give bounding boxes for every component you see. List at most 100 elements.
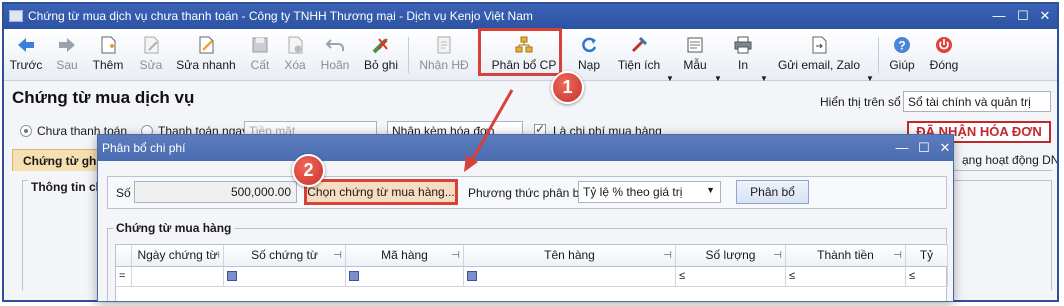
row-header [116,245,132,267]
delete-label: Xóa [284,58,306,72]
print-dropdown-icon[interactable]: ▼ [760,74,768,83]
pin-icon[interactable]: ⊣ [333,245,342,266]
filter-operator: ≤ [789,270,796,282]
add-button[interactable]: Thêm [90,29,126,81]
column-label: Số chứng từ [251,248,318,262]
arrow-right-icon [59,38,75,52]
column-header[interactable]: Thành tiền ⊣ [786,245,906,267]
dialog-title-bar: Phân bổ chi phí — ☐ ✕ [98,135,953,161]
minimize-icon[interactable]: — [989,7,1009,25]
close-button[interactable]: Đóng [926,29,962,81]
power-icon [936,37,952,53]
edit-document-icon [144,36,159,54]
reload-label: Nạp [577,58,600,72]
next-label: Sau [56,58,78,72]
tab-vouchers[interactable]: Chứng từ ghi [12,149,111,171]
receive-invoice-button[interactable]: Nhận HĐ [418,29,470,81]
pin-icon[interactable]: ⊣ [663,245,672,266]
method-label: Phương thức phân bổ [468,186,587,200]
delete-button[interactable]: Xóa [280,29,310,81]
filter-cell[interactable]: ≤ [676,267,786,287]
next-button[interactable]: Sau [52,29,82,81]
app-icon [9,10,23,22]
template-label: Mẫu [683,58,707,72]
help-button[interactable]: ? Giúp [886,29,918,81]
unpost-icon [372,38,388,54]
utilities-dropdown-icon[interactable]: ▼ [666,74,674,83]
filter-cell[interactable]: = [116,267,132,287]
column-header[interactable]: Số chứng từ ⊣ [224,245,346,267]
undo-label: Hoãn [320,58,350,72]
invoice-icon [437,36,451,54]
template-icon [687,37,703,53]
utilities-button[interactable]: Tiện ích [614,29,664,81]
column-header[interactable]: Số lượng ⊣ [676,245,786,267]
send-icon [812,36,827,54]
filter-cell[interactable] [346,267,464,287]
undo-button[interactable]: Hoãn [318,29,352,81]
tools-icon [631,36,648,53]
receive-invoice-label: Nhận HĐ [419,58,469,72]
add-label: Thêm [92,58,124,72]
pin-icon[interactable]: ⊣ [211,245,220,266]
filter-cell[interactable] [464,267,676,287]
edit-button[interactable]: Sửa [136,29,166,81]
close-label: Đóng [929,58,959,72]
pin-icon[interactable]: ⊣ [893,245,902,266]
filter-cell[interactable] [132,267,224,287]
maximize-icon[interactable]: ☐ [1013,7,1033,25]
toolbar-separator [878,37,879,73]
method-select[interactable]: Tỷ lệ % theo giá trị ▼ [578,181,721,203]
close-icon[interactable]: ✕ [1035,7,1055,25]
step-marker-1: 1 [551,71,584,104]
print-button[interactable]: In [728,29,758,81]
template-button[interactable]: Mẫu [678,29,712,81]
column-header[interactable]: Tỷ [906,245,948,267]
svg-text:?: ? [898,39,905,53]
save-button[interactable]: Cất [246,29,274,81]
help-icon: ? [894,37,910,53]
page-title: Chứng từ mua dịch vụ [12,88,195,107]
column-header[interactable]: Tên hàng ⊣ [464,245,676,267]
amount-input[interactable]: 500,000.00 [134,181,297,203]
column-label: Tỷ [919,248,934,262]
refresh-icon [582,37,597,53]
send-button[interactable]: Gửi email, Zalo [774,29,864,81]
quick-edit-label: Sửa nhanh [176,58,236,72]
utilities-label: Tiện ích [617,58,661,72]
close-icon[interactable]: ✕ [936,139,953,157]
maximize-icon[interactable]: ☐ [915,139,933,157]
column-label: Ngày chứng từ [137,248,218,262]
back-label: Trước [9,58,43,72]
filter-icon[interactable] [227,271,237,282]
arrow-left-icon [18,38,34,52]
column-header[interactable]: Mã hàng ⊣ [346,245,464,267]
unpost-button[interactable]: Bỏ ghi [362,29,400,81]
filter-cell[interactable] [224,267,346,287]
send-dropdown-icon[interactable]: ▼ [866,74,874,83]
pin-icon[interactable]: ⊣ [451,245,460,266]
unpaid-radio[interactable] [20,125,32,137]
reload-button[interactable]: Nạp [574,29,604,81]
choose-purchase-voucher-button[interactable]: Chọn chứng từ mua hàng... [304,179,458,205]
column-header[interactable]: Ngày chứng từ ⊣ [132,245,224,267]
quick-edit-icon [199,36,214,54]
back-button[interactable]: Trước [8,29,44,81]
purchase-voucher-grid: Ngày chứng từ ⊣ Số chứng từ ⊣ Mã hàng ⊣ Tên… [115,244,948,301]
minimize-icon[interactable]: — [893,139,911,157]
template-dropdown-icon[interactable]: ▼ [714,74,722,83]
allocate-button[interactable]: Phân bổ [736,180,809,204]
pin-icon[interactable]: ⊣ [773,245,782,266]
dialog-title: Phân bổ chi phí [102,141,186,155]
step-marker-2: 2 [292,154,325,187]
quick-edit-button[interactable]: Sửa nhanh [175,29,237,81]
filter-icon[interactable] [467,271,477,282]
filter-cell[interactable]: ≤ [786,267,906,287]
filter-cell[interactable]: ≤ [906,267,948,287]
tab-business[interactable]: ạng hoạt động DN [952,149,1057,171]
display-book-select[interactable]: Sổ tài chính và quản trị [903,91,1051,112]
unpost-label: Bỏ ghi [363,58,399,72]
filter-operator: ≤ [909,270,916,282]
filter-icon[interactable] [349,271,359,282]
filter-operator: ≤ [679,270,686,282]
